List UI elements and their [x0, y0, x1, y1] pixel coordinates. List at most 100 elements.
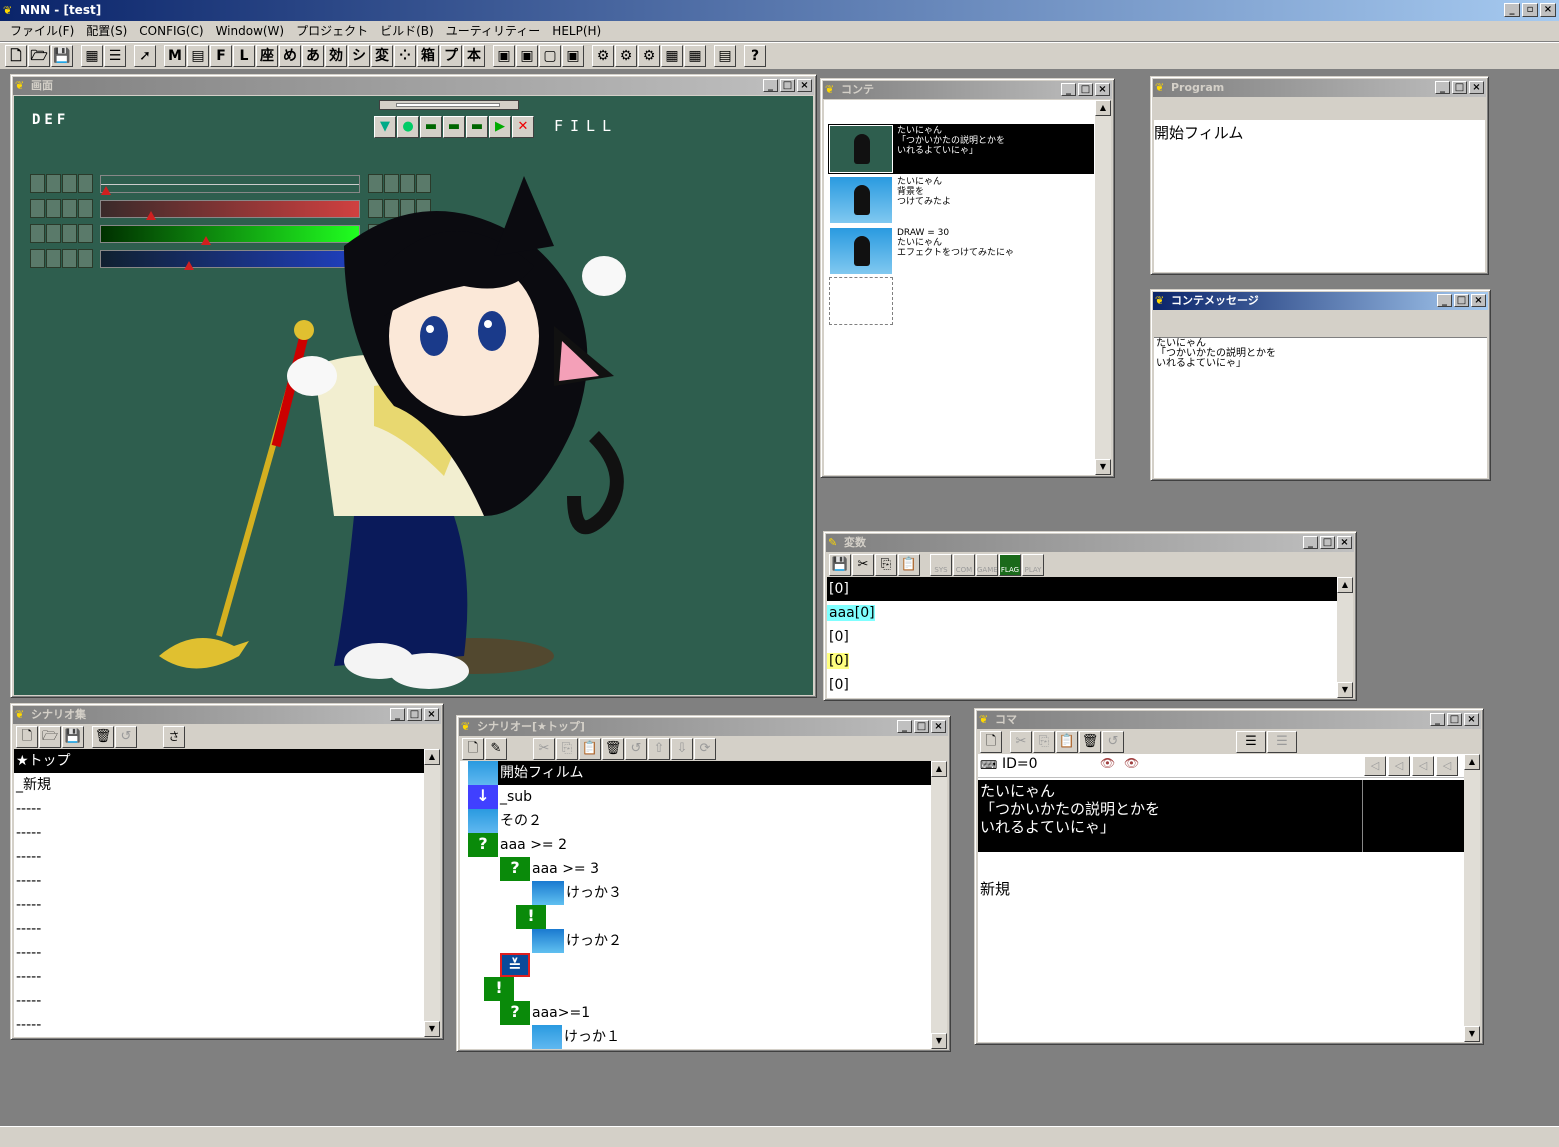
- toolbar-shi[interactable]: シ: [348, 45, 370, 67]
- window-icon-4[interactable]: ▣: [562, 45, 584, 67]
- window-icon-3[interactable]: ▢: [539, 45, 561, 67]
- scenario-list-item[interactable]: -----: [14, 821, 424, 845]
- restore-button[interactable]: ▫: [1522, 3, 1538, 17]
- maximize-button[interactable]: □: [1320, 536, 1335, 549]
- toolbar-f[interactable]: F: [210, 45, 232, 67]
- cut-icon[interactable]: ✂: [1010, 731, 1032, 753]
- conte-list[interactable]: たいにゃん 「つかいかたの説明とかを いれるよていにゃ」 たいにゃん 背景を つけ…: [824, 100, 1111, 475]
- undo-icon[interactable]: ↺: [625, 738, 647, 760]
- toolbar-kou[interactable]: 効: [325, 45, 347, 67]
- scenario-item[interactable]: けっか２: [468, 929, 931, 953]
- conte-item[interactable]: DRAW = 30 たいにゃん エフェクトをつけてみたにゃ: [828, 226, 1094, 276]
- close-button[interactable]: ×: [1464, 713, 1479, 726]
- minimize-button[interactable]: _: [763, 79, 778, 92]
- menu-project[interactable]: プロジェクト: [290, 21, 374, 41]
- tool-icon-4[interactable]: ▦: [661, 45, 683, 67]
- sound-icon-4[interactable]: ◁: [1436, 756, 1458, 776]
- minimize-button[interactable]: _: [1504, 3, 1520, 17]
- scenario-list-scrollbar[interactable]: ▲ ▼: [424, 749, 440, 1037]
- scenario-item[interactable]: ↓ _sub: [468, 785, 931, 809]
- close-button[interactable]: ×: [1469, 81, 1484, 94]
- menu-layout[interactable]: 配置(S): [80, 21, 133, 41]
- scenario-list-item[interactable]: -----: [14, 797, 424, 821]
- table-icon[interactable]: ▤: [187, 45, 209, 67]
- toolbar-hako[interactable]: 箱: [417, 45, 439, 67]
- dots-icon[interactable]: ⁘: [394, 45, 416, 67]
- window-icon-1[interactable]: ▣: [493, 45, 515, 67]
- toolbar-m[interactable]: M: [164, 45, 186, 67]
- scroll-up-icon[interactable]: ▲: [1464, 754, 1480, 770]
- paste-icon[interactable]: 📋: [1056, 731, 1078, 753]
- program-title-bar[interactable]: ❦ Program _ □ ×: [1153, 79, 1486, 97]
- conte-item[interactable]: たいにゃん 「つかいかたの説明とかを いれるよていにゃ」: [828, 124, 1094, 174]
- program-content[interactable]: 開始フィルム: [1154, 98, 1485, 272]
- undo-icon[interactable]: ↺: [1102, 731, 1124, 753]
- scenario-title-bar[interactable]: ❦ シナリオー[★トップ] _ □ ×: [459, 718, 948, 736]
- scenario-list-item[interactable]: -----: [14, 845, 424, 869]
- close-button[interactable]: ×: [931, 720, 946, 733]
- sys-button[interactable]: SYS: [930, 554, 952, 576]
- menu-window[interactable]: Window(W): [210, 21, 291, 41]
- font-icon[interactable]: あ: [302, 45, 324, 67]
- conte-message-title-bar[interactable]: ❦ コンテメッセージ _ □ ×: [1153, 292, 1488, 310]
- tool-icon-2[interactable]: ⚙: [615, 45, 637, 67]
- cut-icon[interactable]: ✂: [852, 554, 874, 576]
- close-button[interactable]: ×: [1540, 3, 1556, 17]
- copy-icon[interactable]: ⎘: [556, 738, 578, 760]
- variables-list[interactable]: [0] aaa[0] [0] [0] [0] ▲ ▼: [827, 577, 1353, 698]
- eye-icon-1[interactable]: 👁: [1100, 756, 1115, 770]
- move-up-icon[interactable]: ⇧: [648, 738, 670, 760]
- scenario-list-item[interactable]: -----: [14, 989, 424, 1013]
- text-mode-icon[interactable]: ☰: [1236, 731, 1266, 753]
- tool-icon-3[interactable]: ⚙: [638, 45, 660, 67]
- koma-message-box[interactable]: たいにゃん 「つかいかたの説明とかを いれるよていにゃ」: [978, 780, 1464, 852]
- maximize-button[interactable]: □: [1452, 81, 1467, 94]
- scenario-item[interactable]: 開始フィルム: [468, 761, 931, 785]
- grid-icon[interactable]: ▦: [81, 45, 103, 67]
- tool-icon-1[interactable]: ⚙: [592, 45, 614, 67]
- screen-title-bar[interactable]: ❦ 画面 _ □ ×: [13, 77, 814, 95]
- maximize-button[interactable]: □: [407, 708, 422, 721]
- cut-icon[interactable]: ✂: [533, 738, 555, 760]
- close-button[interactable]: ×: [424, 708, 439, 721]
- scenario-list-item[interactable]: -----: [14, 941, 424, 965]
- scroll-down-icon[interactable]: ▼: [1337, 682, 1353, 698]
- koma-title-bar[interactable]: ❦ コマ _ □ ×: [977, 711, 1481, 729]
- conte-empty-slot[interactable]: [829, 277, 893, 325]
- menu-help[interactable]: HELP(H): [546, 21, 607, 41]
- variable-row[interactable]: [0]: [827, 673, 1337, 697]
- minimize-button[interactable]: _: [1061, 83, 1076, 96]
- variables-title-bar[interactable]: ✎ 変数 _ □ ×: [826, 534, 1354, 552]
- minimize-button[interactable]: _: [897, 720, 912, 733]
- new-file-icon[interactable]: 🗋: [462, 738, 484, 760]
- scenario-item[interactable]: ? aaa >= 2: [468, 833, 931, 857]
- sound-icon-2[interactable]: ◁: [1388, 756, 1410, 776]
- toolbar-me[interactable]: め: [279, 45, 301, 67]
- open-folder-icon[interactable]: 🗁: [28, 45, 50, 67]
- eye-icon-2[interactable]: 👁: [1124, 756, 1139, 770]
- refresh-icon[interactable]: ⟳: [694, 738, 716, 760]
- scroll-up-icon[interactable]: ▲: [1095, 100, 1111, 116]
- variable-row[interactable]: [0]: [827, 649, 1337, 673]
- open-folder-icon[interactable]: 🗁: [39, 726, 61, 748]
- koma-new-label[interactable]: 新規: [980, 878, 1010, 899]
- help-button[interactable]: ?: [744, 45, 766, 67]
- screen-canvas[interactable]: DEF FILL ▼ ● ▬ ▬ ▬ ▶ ✕: [14, 96, 813, 695]
- scenario-list-item[interactable]: -----: [14, 917, 424, 941]
- variables-scrollbar[interactable]: ▲ ▼: [1337, 577, 1353, 698]
- scenario-item[interactable]: その２: [468, 809, 931, 833]
- minimize-button[interactable]: _: [1430, 713, 1445, 726]
- maximize-button[interactable]: □: [1454, 294, 1469, 307]
- toolbar-za[interactable]: 座: [256, 45, 278, 67]
- paste-icon[interactable]: 📋: [579, 738, 601, 760]
- menu-build[interactable]: ビルド(B): [374, 21, 440, 41]
- delete-icon[interactable]: 🗑: [92, 726, 114, 748]
- toolbar-pu[interactable]: プ: [440, 45, 462, 67]
- scroll-up-icon[interactable]: ▲: [424, 749, 440, 765]
- scenario-list-item[interactable]: -----: [14, 869, 424, 893]
- scroll-down-icon[interactable]: ▼: [1095, 459, 1111, 475]
- save-icon[interactable]: 💾: [829, 554, 851, 576]
- maximize-button[interactable]: □: [1078, 83, 1093, 96]
- conte-item[interactable]: たいにゃん 背景を つけてみたよ: [828, 175, 1094, 225]
- variable-row[interactable]: [0]: [827, 625, 1337, 649]
